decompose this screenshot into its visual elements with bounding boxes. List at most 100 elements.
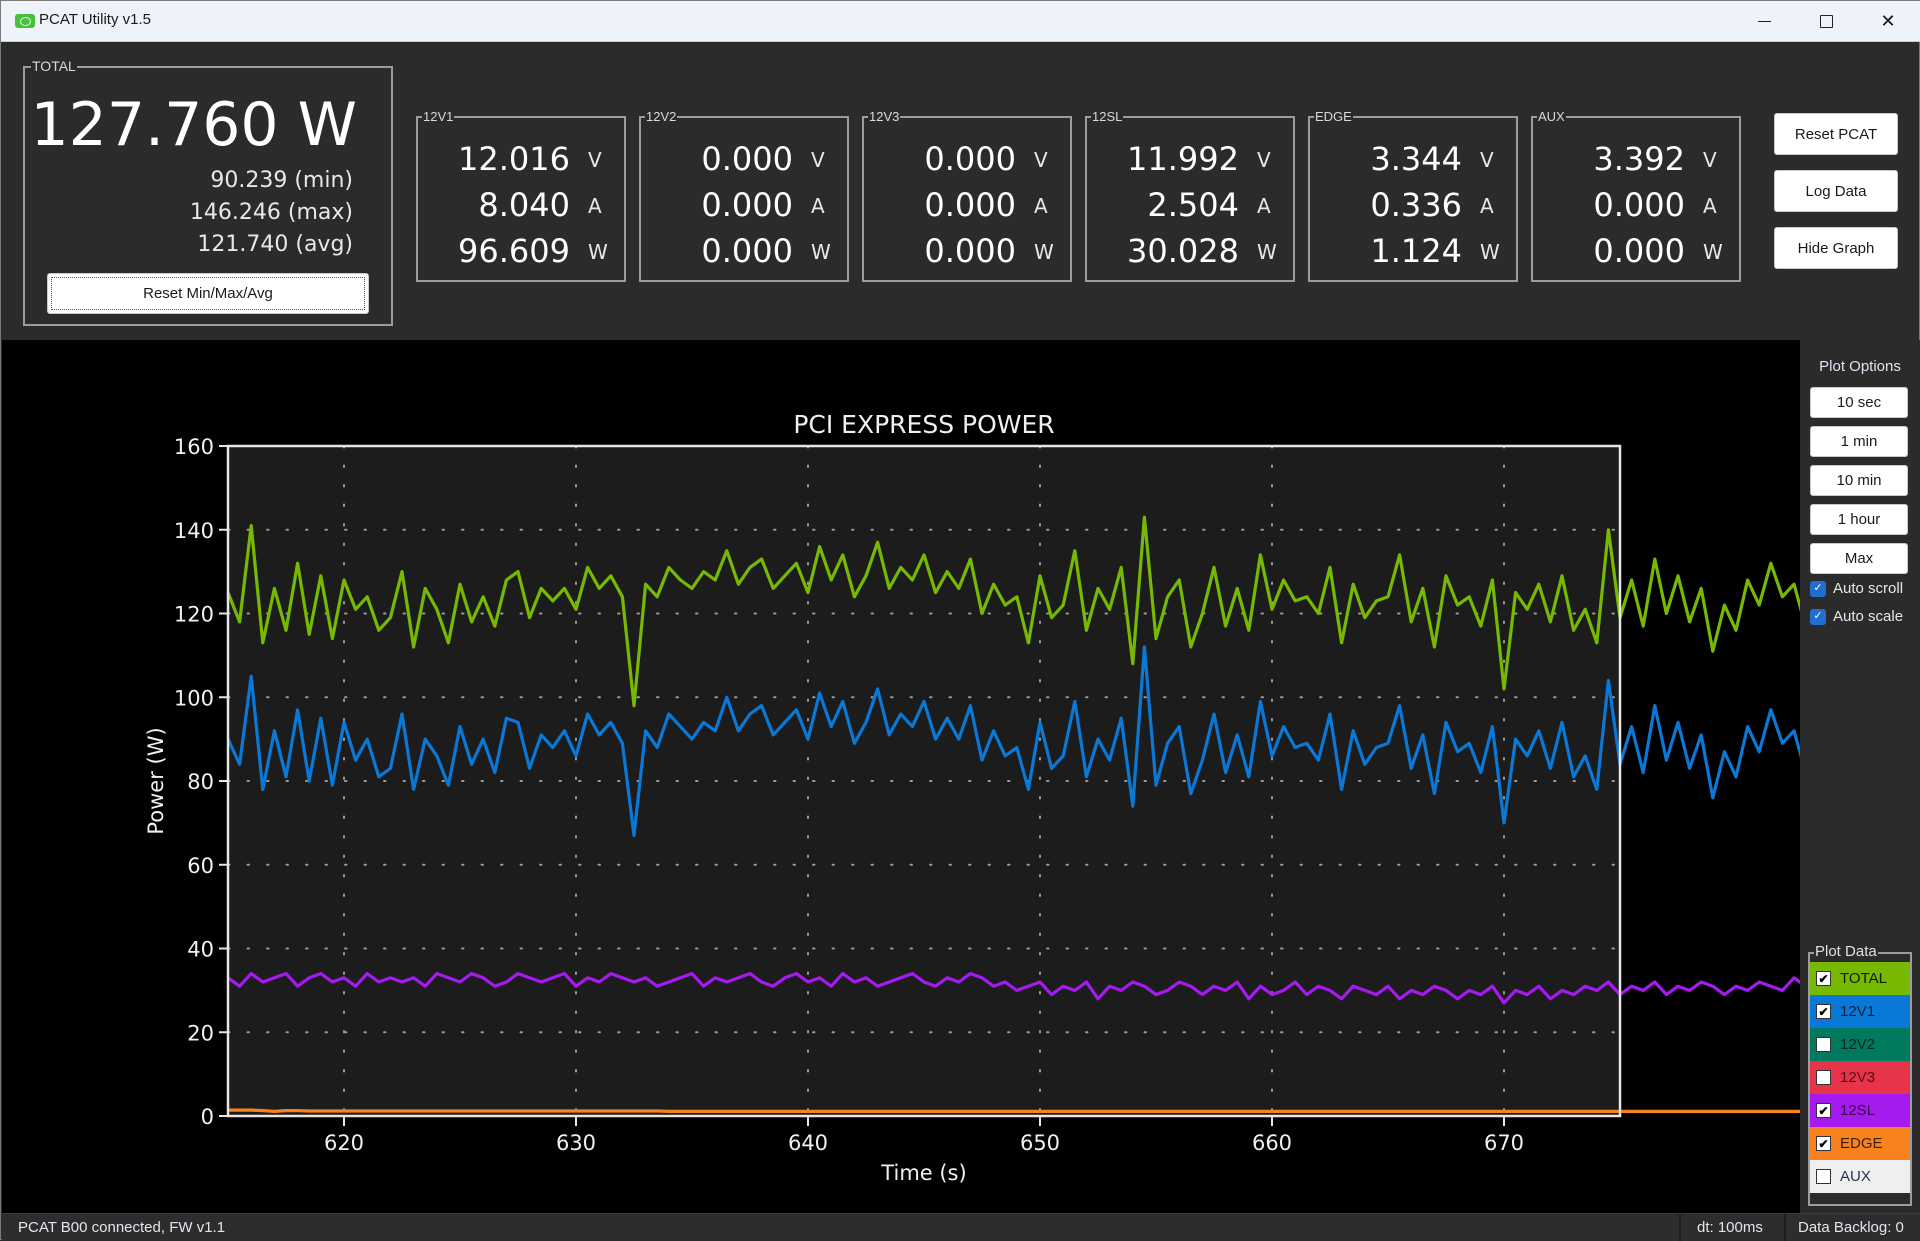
plot-toggle-12v2[interactable]: 12V2: [1810, 1028, 1910, 1061]
x-tick-label: 670: [1484, 1131, 1524, 1155]
power-chart[interactable]: 0 20 40 60 80 100 120 140 160 620 630 640 650 660 670 P…: [2, 340, 1800, 1213]
maximize-button[interactable]: [1795, 1, 1857, 42]
status-bar: PCAT B00 connected, FW v1.1 dt: 100ms Da…: [2, 1213, 1920, 1241]
checkbox-checked-icon[interactable]: ✔: [1816, 1103, 1831, 1118]
channel-voltage-row: 0.000 V: [864, 140, 1070, 180]
checkbox-checked-icon[interactable]: ✔: [1816, 971, 1831, 986]
channel-panel-12sl: 12SL 11.992 V 2.504 A 30.028 W: [1085, 109, 1295, 282]
range-button-max[interactable]: Max: [1810, 543, 1908, 574]
auto-scale-checkbox[interactable]: ✓ Auto scale: [1810, 608, 1903, 625]
channel-current-value: 8.040: [478, 186, 570, 224]
channel-power-unit: W: [811, 240, 831, 264]
channel-power-row: 0.000 W: [864, 232, 1070, 272]
channel-power-row: 1.124 W: [1310, 232, 1516, 272]
channel-power-unit: W: [588, 240, 608, 264]
channel-current-row: 0.000 A: [864, 186, 1070, 226]
reset-pcat-button[interactable]: Reset PCAT: [1774, 113, 1898, 155]
channel-current-unit: A: [1034, 194, 1048, 218]
sample-interval-status: dt: 100ms: [1679, 1214, 1779, 1241]
channel-label: 12V3: [868, 109, 901, 125]
channel-panel-12v2: 12V2 0.000 V 0.000 A 0.000 W: [639, 109, 849, 282]
channel-panel-edge: EDGE 3.344 V 0.336 A 1.124 W: [1308, 109, 1518, 282]
channel-voltage-value: 11.992: [1127, 140, 1239, 178]
chart-title: PCI EXPRESS POWER: [793, 410, 1054, 439]
plot-toggle-total[interactable]: ✔ TOTAL: [1810, 962, 1910, 995]
reset-min-max-avg-button[interactable]: Reset Min/Max/Avg: [47, 273, 369, 314]
minimize-icon: [1757, 20, 1771, 23]
channel-voltage-unit: V: [1257, 148, 1271, 172]
y-tick-label: 60: [187, 854, 214, 878]
auto-scroll-checkbox[interactable]: ✓ Auto scroll: [1810, 580, 1903, 597]
total-power-value: 127.760 W: [30, 90, 357, 160]
series-line-edge: [228, 1108, 1800, 1114]
range-button-10-sec[interactable]: 10 sec: [1810, 387, 1908, 418]
hide-graph-button[interactable]: Hide Graph: [1774, 227, 1898, 269]
log-data-button[interactable]: Log Data: [1774, 170, 1898, 212]
checkbox-unchecked-icon[interactable]: [1816, 1070, 1831, 1085]
channel-power-value: 0.000: [924, 232, 1016, 270]
plot-side-panel: Plot Options 10 sec 1 min 10 min 1 hour Max …: [1800, 340, 1920, 1213]
minimize-button[interactable]: [1733, 1, 1795, 42]
y-tick-label: 0: [201, 1105, 214, 1129]
total-min-value: 90.239 (min): [210, 168, 353, 193]
channel-voltage-row: 11.992 V: [1087, 140, 1293, 180]
channel-power-value: 30.028: [1127, 232, 1239, 270]
channel-voltage-value: 12.016: [458, 140, 570, 178]
plot-toggle-12v3[interactable]: 12V3: [1810, 1061, 1910, 1094]
close-button[interactable]: ✕: [1857, 1, 1919, 42]
plot-toggle-edge[interactable]: ✔ EDGE: [1810, 1127, 1910, 1160]
channel-current-row: 2.504 A: [1087, 186, 1293, 226]
app-logo-icon: [15, 14, 35, 28]
plot-toggle-12v1[interactable]: ✔ 12V1: [1810, 995, 1910, 1028]
channel-voltage-unit: V: [811, 148, 825, 172]
channel-current-unit: A: [811, 194, 825, 218]
channel-power-row: 30.028 W: [1087, 232, 1293, 272]
window-title: PCAT Utility v1.5: [39, 11, 151, 28]
plot-background: [228, 446, 1620, 1116]
channel-power-value: 96.609: [458, 232, 570, 270]
plot-toggle-label: EDGE: [1840, 1135, 1883, 1152]
maximize-icon: [1819, 15, 1833, 28]
range-button-1-min[interactable]: 1 min: [1810, 426, 1908, 457]
plot-toggle-label: 12SL: [1840, 1102, 1876, 1119]
channel-voltage-unit: V: [588, 148, 602, 172]
plot-toggle-aux[interactable]: AUX: [1810, 1160, 1910, 1193]
chart-canvas: 0 20 40 60 80 100 120 140 160 620 630 640 650 660 670 P…: [144, 410, 1800, 1185]
channel-label: AUX: [1537, 109, 1566, 125]
plot-toggle-12sl[interactable]: ✔ 12SL: [1810, 1094, 1910, 1127]
channel-voltage-unit: V: [1480, 148, 1494, 172]
checkbox-checked-icon[interactable]: ✔: [1816, 1004, 1831, 1019]
channel-power-unit: W: [1257, 240, 1277, 264]
channel-label: 12SL: [1091, 109, 1124, 125]
channel-current-row: 0.336 A: [1310, 186, 1516, 226]
x-tick-label: 650: [1020, 1131, 1060, 1155]
title-bar[interactable]: PCAT Utility v1.5 ✕: [1, 1, 1920, 42]
plot-data-title: Plot Data: [1814, 943, 1878, 961]
checkbox-unchecked-icon[interactable]: [1816, 1169, 1831, 1184]
channel-current-value: 0.000: [701, 186, 793, 224]
range-button-10-min[interactable]: 10 min: [1810, 465, 1908, 496]
y-axis-label: Power (W): [144, 727, 168, 834]
plot-toggle-label: 12V2: [1840, 1036, 1876, 1053]
checkbox-unchecked-icon[interactable]: [1816, 1037, 1831, 1052]
channel-current-value: 0.000: [1593, 186, 1685, 224]
y-tick-label: 140: [174, 519, 214, 543]
plot-data-group: Plot Data ✔ TOTAL ✔ 12V1 12V2 12V3 ✔ 12SL ✔…: [1808, 943, 1912, 1206]
channel-panel-aux: AUX 3.392 V 0.000 A 0.000 W: [1531, 109, 1741, 282]
channel-voltage-row: 12.016 V: [418, 140, 624, 180]
range-button-1-hour[interactable]: 1 hour: [1810, 504, 1908, 535]
y-tick-label: 20: [187, 1021, 214, 1045]
checkbox-checked-icon[interactable]: ✔: [1816, 1136, 1831, 1151]
channel-current-row: 8.040 A: [418, 186, 624, 226]
channel-label: 12V2: [645, 109, 678, 125]
y-tick-label: 40: [187, 938, 214, 962]
plot-toggle-label: AUX: [1840, 1168, 1871, 1185]
channel-label: 12V1: [422, 109, 455, 125]
total-panel: TOTAL 127.760 W 90.239 (min) 146.246 (ma…: [23, 58, 393, 326]
x-tick-label: 630: [556, 1131, 596, 1155]
data-backlog-status: Data Backlog: 0: [1784, 1214, 1920, 1241]
channel-label: EDGE: [1314, 109, 1353, 125]
channel-current-unit: A: [1703, 194, 1717, 218]
total-avg-value: 121.740 (avg): [197, 232, 353, 257]
channel-voltage-unit: V: [1034, 148, 1048, 172]
